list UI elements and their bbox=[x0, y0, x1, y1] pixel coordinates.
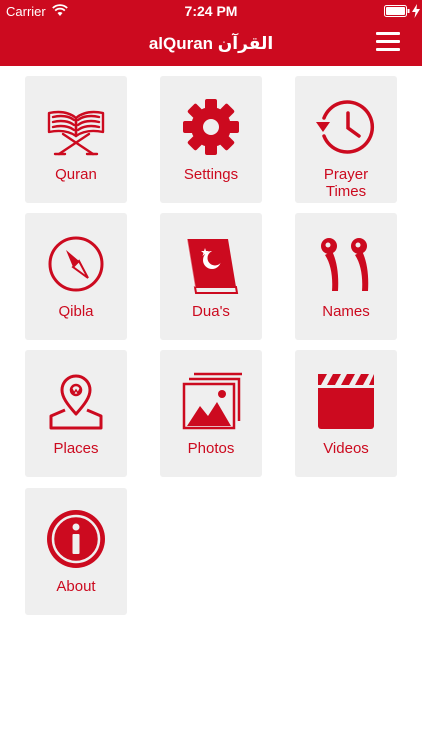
tile-label: Names bbox=[322, 303, 370, 320]
tile-label: About bbox=[56, 578, 96, 595]
arabic-99-icon bbox=[321, 238, 369, 291]
tile-photos[interactable]: Photos bbox=[160, 350, 262, 477]
gear-icon bbox=[183, 99, 239, 155]
tile-quran[interactable]: Quran bbox=[25, 76, 127, 203]
hamburger-bar bbox=[376, 48, 400, 51]
battery-icon bbox=[384, 5, 410, 17]
tile-about[interactable]: About bbox=[25, 488, 127, 615]
status-time: 7:24 PM bbox=[184, 3, 238, 19]
tile-places[interactable]: Places bbox=[25, 350, 127, 477]
compass-icon bbox=[48, 236, 104, 292]
book-crescent-icon bbox=[186, 238, 239, 294]
tile-names[interactable]: Names bbox=[295, 213, 397, 340]
tile-label: Prayer Times bbox=[323, 166, 369, 200]
charging-bolt-icon bbox=[412, 4, 420, 18]
tile-duas[interactable]: Dua's bbox=[160, 213, 262, 340]
tile-qibla[interactable]: Qibla bbox=[25, 213, 127, 340]
tile-label: Videos bbox=[323, 440, 369, 457]
quran-stand-icon bbox=[47, 110, 105, 156]
tile-label: Dua's bbox=[192, 303, 230, 320]
tile-videos[interactable]: Videos bbox=[295, 350, 397, 477]
navigation-bar: Carrier 7:24 PM alQuran القرآن bbox=[0, 0, 422, 66]
tile-prayer-times[interactable]: Prayer Times bbox=[295, 76, 397, 203]
tile-label: Photos bbox=[187, 440, 235, 457]
hamburger-menu-button[interactable] bbox=[376, 32, 400, 52]
tile-label: Places bbox=[53, 440, 99, 457]
status-bar: Carrier 7:24 PM bbox=[0, 0, 422, 22]
info-icon bbox=[47, 510, 105, 568]
tile-label: Quran bbox=[55, 166, 97, 183]
tile-settings[interactable]: Settings bbox=[160, 76, 262, 203]
hamburger-bar bbox=[376, 40, 400, 43]
hamburger-bar bbox=[376, 32, 400, 35]
clapperboard-icon bbox=[318, 374, 374, 429]
tile-label: Settings bbox=[183, 166, 239, 183]
clock-history-icon bbox=[316, 100, 375, 154]
map-pin-icon bbox=[49, 374, 103, 430]
page-title: alQuran القرآن bbox=[148, 34, 274, 53]
photos-icon bbox=[182, 372, 242, 430]
tile-label: Qibla bbox=[58, 303, 94, 320]
